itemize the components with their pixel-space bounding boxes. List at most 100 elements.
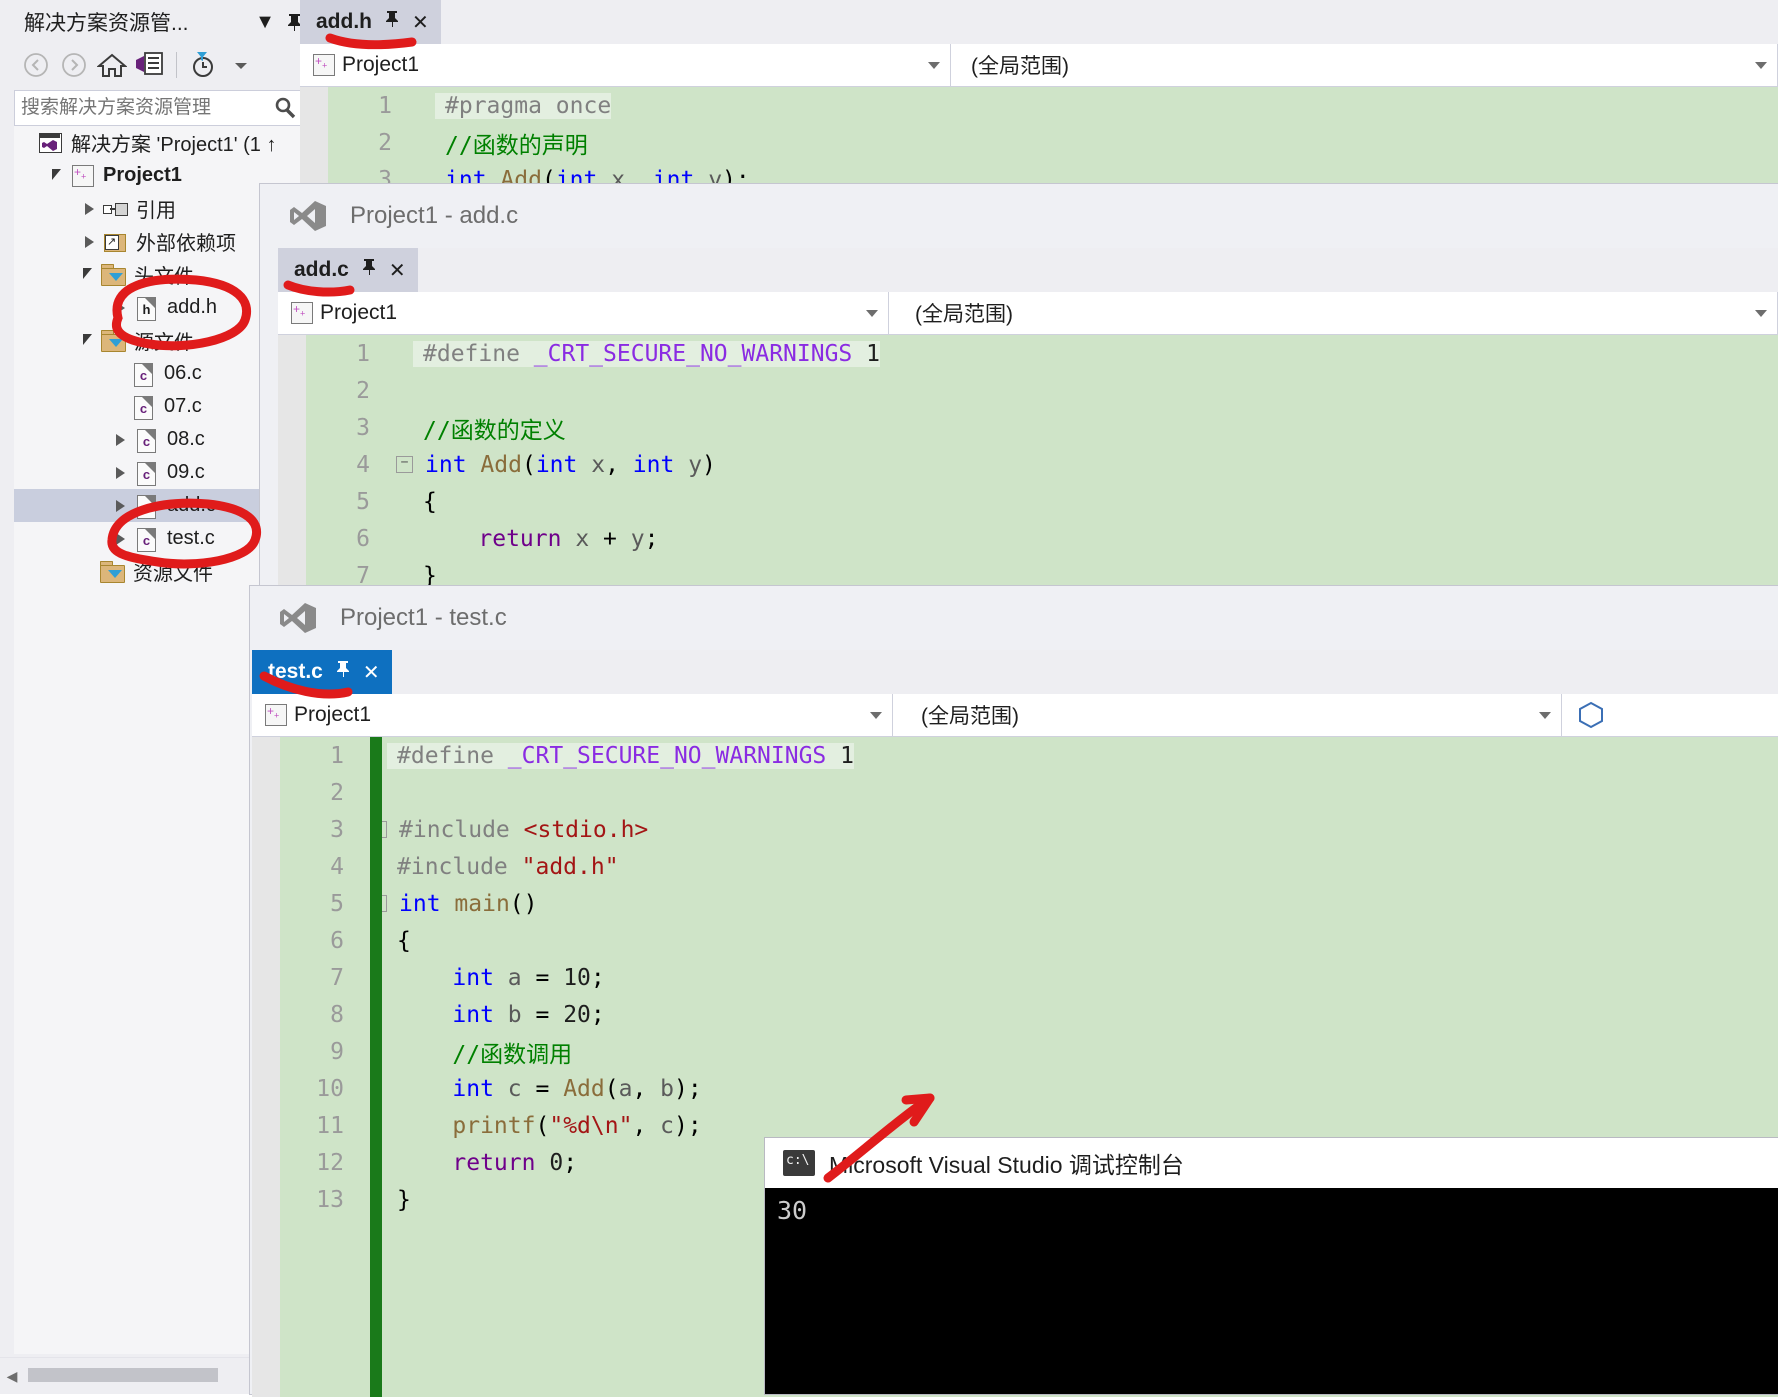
window-title-testc: Project1 - test.c xyxy=(340,604,507,631)
cpp-project-icon: ++ xyxy=(288,300,314,326)
changed-lines-indicator xyxy=(370,737,382,1397)
forward-icon[interactable] xyxy=(56,48,92,82)
code-line[interactable]: 4− int Add(int x, int y) xyxy=(278,446,1778,483)
pin-icon[interactable] xyxy=(361,258,377,282)
line-text: int main() xyxy=(399,890,538,917)
collapse-twisty[interactable] xyxy=(83,267,92,279)
code-line[interactable]: 4 #include "add.h" xyxy=(252,848,1778,885)
sync-with-active-document-icon[interactable] xyxy=(132,48,168,82)
code-line[interactable]: 1 #define _CRT_SECURE_NO_WARNINGS 1 xyxy=(278,335,1778,372)
code-area-addc[interactable]: 1 #define _CRT_SECURE_NO_WARNINGS 1 2 3//函数… xyxy=(278,335,1778,591)
code-line[interactable]: 6 return x + y; xyxy=(278,520,1778,557)
search-icon[interactable] xyxy=(268,96,301,120)
code-line[interactable]: 10 int c = Add(a, b); xyxy=(252,1070,1778,1107)
c-file-icon: c xyxy=(130,393,156,421)
code-line[interactable]: 1 #define _CRT_SECURE_NO_WARNINGS 1 xyxy=(252,737,1778,774)
tab-testc[interactable]: test.c ✕ xyxy=(252,650,392,694)
nav-extra-icon-slot[interactable] xyxy=(1562,694,1778,736)
window-titlebar-addc[interactable]: Project1 - add.c xyxy=(260,184,1778,248)
solution-explorer-header: 解决方案资源管... ▼ ✕ xyxy=(18,0,340,44)
breakpoint-gutter[interactable] xyxy=(278,335,306,591)
c-file-icon: c xyxy=(133,525,159,553)
scope-combo-addc[interactable]: (全局范围) xyxy=(889,292,1778,334)
chevron-down-icon[interactable] xyxy=(870,712,882,719)
console-titlebar[interactable]: Microsoft Visual Studio 调试控制台 xyxy=(765,1138,1778,1188)
line-text: return x + y; xyxy=(478,525,659,552)
scroll-thumb[interactable] xyxy=(28,1368,218,1382)
expand-twisty[interactable] xyxy=(116,499,125,512)
c-file-icon: c xyxy=(133,426,159,454)
cpp-project-icon: ++ xyxy=(310,52,336,78)
close-icon[interactable]: ✕ xyxy=(412,10,429,35)
scope-combo-addh[interactable]: (全局范围) xyxy=(951,44,1778,86)
code-line[interactable]: 5−int main() xyxy=(252,885,1778,922)
solution-explorer-title: 解决方案资源管... xyxy=(24,12,189,35)
tabstrip-addc: add.c ✕ xyxy=(278,248,1778,292)
project-combo-addc[interactable]: ++ Project1 xyxy=(278,292,889,334)
tree-item-label: 07.c xyxy=(164,395,202,417)
code-line[interactable]: 3//函数的定义 xyxy=(278,409,1778,446)
code-line[interactable]: 7 int a = 10; xyxy=(252,959,1778,996)
close-icon[interactable]: ✕ xyxy=(363,660,380,685)
line-text: //函数的定义 xyxy=(423,417,566,444)
cpp-project-icon: ++ xyxy=(69,163,95,189)
code-line[interactable]: 2 xyxy=(278,372,1778,409)
pending-changes-filter-icon[interactable] xyxy=(185,48,221,82)
collapse-region-icon[interactable]: − xyxy=(396,456,413,473)
window-titlebar-testc[interactable]: Project1 - test.c xyxy=(250,586,1778,650)
h-file-icon: h xyxy=(133,294,159,322)
line-text: #define _CRT_SECURE_NO_WARNINGS 1 xyxy=(413,340,881,367)
line-text: { xyxy=(397,927,411,954)
chevron-down-icon[interactable] xyxy=(1755,62,1767,69)
scope-combo-testc[interactable]: (全局范围) xyxy=(893,694,1562,736)
expand-twisty[interactable] xyxy=(116,433,125,446)
tree-item-label: 外部依赖项 xyxy=(136,233,236,255)
expand-twisty[interactable] xyxy=(116,532,125,545)
close-icon[interactable]: ✕ xyxy=(389,258,406,283)
tab-addh[interactable]: add.h ✕ xyxy=(300,0,441,44)
tree-item-label: Project1 xyxy=(103,164,182,186)
expand-twisty[interactable] xyxy=(85,202,94,215)
code-line[interactable]: 5{ xyxy=(278,483,1778,520)
chevron-down-icon[interactable] xyxy=(1539,712,1551,719)
box-icon xyxy=(1579,701,1603,729)
chevron-down-icon[interactable] xyxy=(928,62,940,69)
tab-addc[interactable]: add.c ✕ xyxy=(278,248,418,292)
search-input[interactable] xyxy=(15,96,268,120)
back-icon[interactable] xyxy=(18,48,54,82)
pin-icon[interactable] xyxy=(335,660,351,684)
code-line[interactable]: 1 #pragma once xyxy=(300,87,1778,124)
tree-item-Project11[interactable]: 解决方案 'Project1' (1 ↑ xyxy=(14,126,340,159)
solution-explorer-search[interactable] xyxy=(14,90,328,126)
code-line[interactable]: 2 xyxy=(252,774,1778,811)
chevron-down-icon[interactable] xyxy=(223,48,259,82)
expand-twisty[interactable] xyxy=(116,301,125,314)
tab-label: add.c xyxy=(294,258,349,281)
code-line[interactable]: 6{ xyxy=(252,922,1778,959)
chevron-down-icon[interactable]: ▼ xyxy=(250,7,280,37)
code-line[interactable]: 2//函数的声明 xyxy=(300,124,1778,161)
line-text: } xyxy=(397,1186,411,1213)
collapse-twisty[interactable] xyxy=(83,333,92,345)
code-line[interactable]: 9 //函数调用 xyxy=(252,1033,1778,1070)
home-icon[interactable] xyxy=(94,48,130,82)
project-combo-testc[interactable]: ++ Project1 xyxy=(252,694,893,736)
navigation-bar-testc: ++ Project1 (全局范围) xyxy=(252,694,1778,737)
line-text: printf("%d\n", c); xyxy=(452,1112,702,1139)
expand-twisty[interactable] xyxy=(85,235,94,248)
scroll-left-arrow[interactable]: ◀ xyxy=(0,1368,24,1385)
filter-folder-icon xyxy=(100,329,126,352)
expand-twisty[interactable] xyxy=(116,466,125,479)
code-line[interactable]: 3−#include <stdio.h> xyxy=(252,811,1778,848)
project-combo-addh[interactable]: ++ Project1 xyxy=(300,44,951,86)
code-line[interactable]: 8 int b = 20; xyxy=(252,996,1778,1033)
tree-item-label: add.h xyxy=(167,296,218,318)
breakpoint-gutter[interactable] xyxy=(252,737,280,1397)
collapse-twisty[interactable] xyxy=(52,168,61,180)
chevron-down-icon[interactable] xyxy=(1755,310,1767,317)
pin-icon[interactable] xyxy=(384,10,400,34)
tree-item-label: 解决方案 'Project1' (1 ↑ xyxy=(71,134,277,156)
console-output[interactable]: 30 xyxy=(765,1188,1778,1394)
chevron-down-icon[interactable] xyxy=(866,310,878,317)
line-text: int b = 20; xyxy=(452,1001,605,1028)
